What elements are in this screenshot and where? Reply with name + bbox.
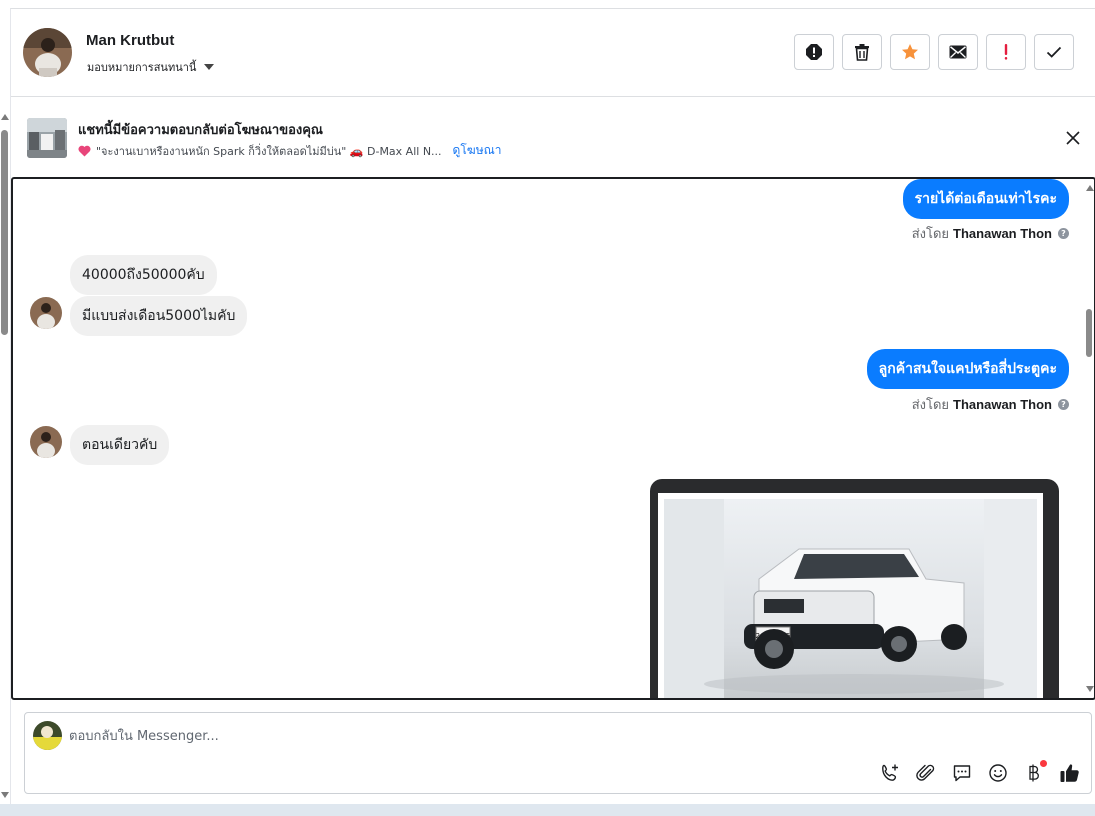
page-scrollbar[interactable] [0,110,9,800]
scroll-thumb[interactable] [1,130,8,335]
header-actions [794,34,1074,70]
heart-icon [78,145,91,156]
conversation-header: Man Krutbut มอบหมายการสนทนานี้ [11,9,1095,97]
mark-unread-button[interactable] [938,34,978,70]
payment-button[interactable] [1023,760,1047,784]
saved-reply-icon [953,765,971,782]
close-banner-button[interactable] [1062,127,1084,149]
attach-button[interactable] [915,762,937,784]
sent-by-prefix: ส่งโดย [911,227,950,242]
outgoing-message[interactable]: รายได้ต่อเดือนเท่าไรคะ [902,179,1069,219]
phone-add-icon [882,764,898,781]
done-button[interactable] [1034,34,1074,70]
incoming-message[interactable]: มีแบบส่งเดือน5000ไมคับ [70,296,248,336]
message-thread[interactable]: รายได้ต่อเดือนเท่าไรคะ ส่งโดย Thanawan T… [11,177,1095,700]
sent-by-label: ส่งโดย Thanawan Thon ? [912,394,1069,415]
reply-input[interactable] [69,723,969,749]
incoming-message[interactable]: 40000ถึง50000คับ [70,255,217,295]
assign-conversation-dropdown[interactable]: มอบหมายการสนทนานี้ [87,58,215,76]
bottom-strip [0,804,1095,816]
check-icon [1046,46,1062,58]
scroll-down-arrow[interactable] [1086,686,1094,692]
outgoing-message[interactable]: ลูกค้าสนใจแคปหรือสี่ประตูคะ [866,349,1069,389]
messenger-inbox-page: Man Krutbut มอบหมายการสนทนานี้ แชทนี้มีข… [0,0,1095,816]
sender-name: Thanawan Thon [953,397,1052,412]
star-icon [902,44,918,60]
pickup-truck-image: 2ฒฐ 8615 [664,499,1037,698]
thread-scrollbar[interactable] [1084,179,1094,698]
attach-icon [916,764,935,781]
report-icon [806,44,822,60]
scroll-up-arrow[interactable] [1,114,9,120]
emoji-button[interactable] [987,762,1009,784]
mail-icon [949,45,967,59]
contact-name[interactable]: Man Krutbut [86,32,174,49]
ad-banner-title: แชทนี้มีข้อความตอบกลับต่อโฆษณาของคุณ [78,123,323,138]
scroll-down-arrow[interactable] [1,792,9,798]
help-icon[interactable]: ? [1058,228,1069,239]
saved-replies-button[interactable] [951,762,973,784]
exclamation-icon [1004,44,1008,60]
image-frame: 2ฒฐ 8615 [658,493,1043,698]
report-button[interactable] [794,34,834,70]
sent-by-prefix: ส่งโดย [911,398,950,413]
incoming-message[interactable]: ตอนเดียวคับ [70,425,170,465]
reply-composer [24,712,1092,794]
scroll-thumb[interactable] [1086,309,1092,357]
sender-name: Thanawan Thon [953,226,1052,241]
help-icon[interactable]: ? [1058,399,1069,410]
like-icon [1060,764,1079,782]
close-icon [1066,131,1080,145]
ad-description-row: "จะงานเบาหรืองานหนัก Spark ก็วิ่งให้ตลอด… [78,141,501,160]
chevron-down-icon [204,64,215,70]
star-button[interactable] [890,34,930,70]
call-add-button[interactable] [879,762,901,784]
ad-reply-banner: แชทนี้มีข้อความตอบกลับต่อโฆษณาของคุณ "จะ… [11,98,1095,178]
baht-icon [1029,764,1039,782]
conversation-panel: Man Krutbut มอบหมายการสนทนานี้ แชทนี้มีข… [10,8,1095,804]
delete-button[interactable] [842,34,882,70]
emoji-icon [989,764,1007,782]
ad-thumbnail[interactable] [27,118,67,158]
contact-avatar[interactable] [23,28,72,77]
like-button[interactable] [1059,762,1081,784]
contact-avatar-small[interactable] [30,426,62,458]
scroll-up-arrow[interactable] [1086,185,1094,191]
sent-by-label: ส่งโดย Thanawan Thon ? [912,223,1069,244]
priority-button[interactable] [986,34,1026,70]
composer-toolbar [879,760,1081,784]
contact-avatar-small[interactable] [30,297,62,329]
trash-icon [855,44,869,61]
notification-dot [1040,760,1047,767]
assign-label: มอบหมายการสนทนานี้ [87,61,197,74]
ad-text: "จะงานเบาหรืองานหนัก Spark ก็วิ่งให้ตลอด… [96,144,442,158]
page-avatar [33,721,62,750]
view-ad-link[interactable]: ดูโฆษณา [453,141,502,160]
image-attachment[interactable]: 2ฒฐ 8615 [650,479,1059,698]
